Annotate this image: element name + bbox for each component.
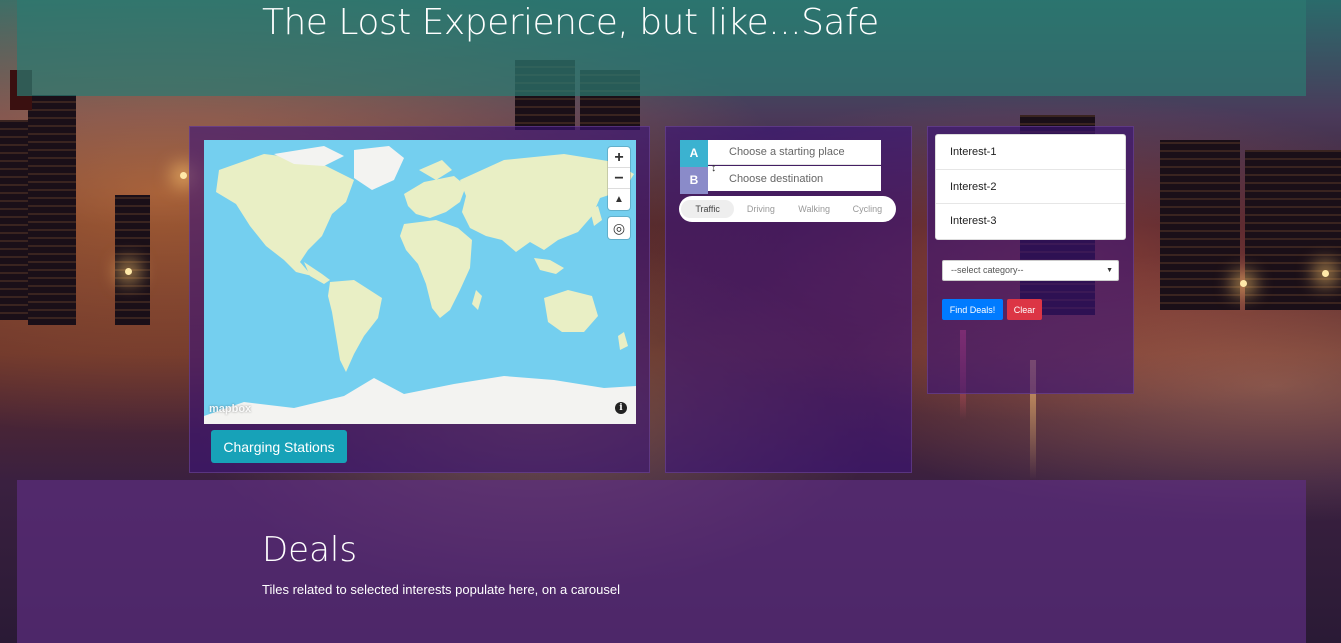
charging-stations-button[interactable]: Charging Stations — [211, 430, 347, 463]
origin-marker-label: A — [680, 140, 708, 167]
zoom-out-button[interactable]: − — [608, 168, 630, 189]
zoom-in-button[interactable]: + — [608, 147, 630, 168]
profile-driving[interactable]: Driving — [734, 200, 787, 218]
profile-traffic[interactable]: Traffic — [681, 200, 735, 218]
map-tiles — [204, 146, 636, 424]
world-map[interactable] — [204, 140, 636, 424]
profile-walking[interactable]: Walking — [788, 200, 841, 218]
clear-button[interactable]: Clear — [1007, 299, 1042, 320]
geolocate-button[interactable]: ◎ — [608, 217, 630, 239]
category-select-value: --select category-- — [951, 265, 1024, 275]
interest-item[interactable]: Interest-1 — [936, 135, 1125, 170]
info-icon[interactable]: i — [615, 402, 627, 414]
origin-input[interactable] — [708, 140, 881, 165]
chevron-down-icon: ▼ — [1106, 267, 1113, 274]
interest-list: Interest-1 Interest-2 Interest-3 — [935, 134, 1126, 240]
deals-title: Deals — [262, 530, 358, 570]
destination-input[interactable] — [708, 166, 881, 191]
travel-profile-selector: Traffic Driving Walking Cycling — [679, 196, 896, 222]
deals-subtitle: Tiles related to selected interests popu… — [262, 582, 620, 597]
category-select[interactable]: --select category-- ▼ — [942, 260, 1119, 281]
mapbox-logo[interactable]: mapbox — [209, 403, 251, 415]
swap-icon[interactable]: ↕ — [711, 162, 717, 174]
destination-marker-label: B — [680, 167, 708, 194]
page-title: The Lost Experience, but like...Safe — [262, 2, 879, 43]
interest-item[interactable]: Interest-3 — [936, 204, 1125, 239]
interest-item[interactable]: Interest-2 — [936, 170, 1125, 204]
find-deals-button[interactable]: Find Deals! — [942, 299, 1003, 320]
deals-section: Deals Tiles related to selected interest… — [17, 480, 1306, 643]
map-navigation-control: + − ▲ — [608, 147, 630, 210]
compass-button[interactable]: ▲ — [608, 189, 630, 210]
profile-cycling[interactable]: Cycling — [841, 200, 894, 218]
page-header: The Lost Experience, but like...Safe — [17, 0, 1306, 96]
